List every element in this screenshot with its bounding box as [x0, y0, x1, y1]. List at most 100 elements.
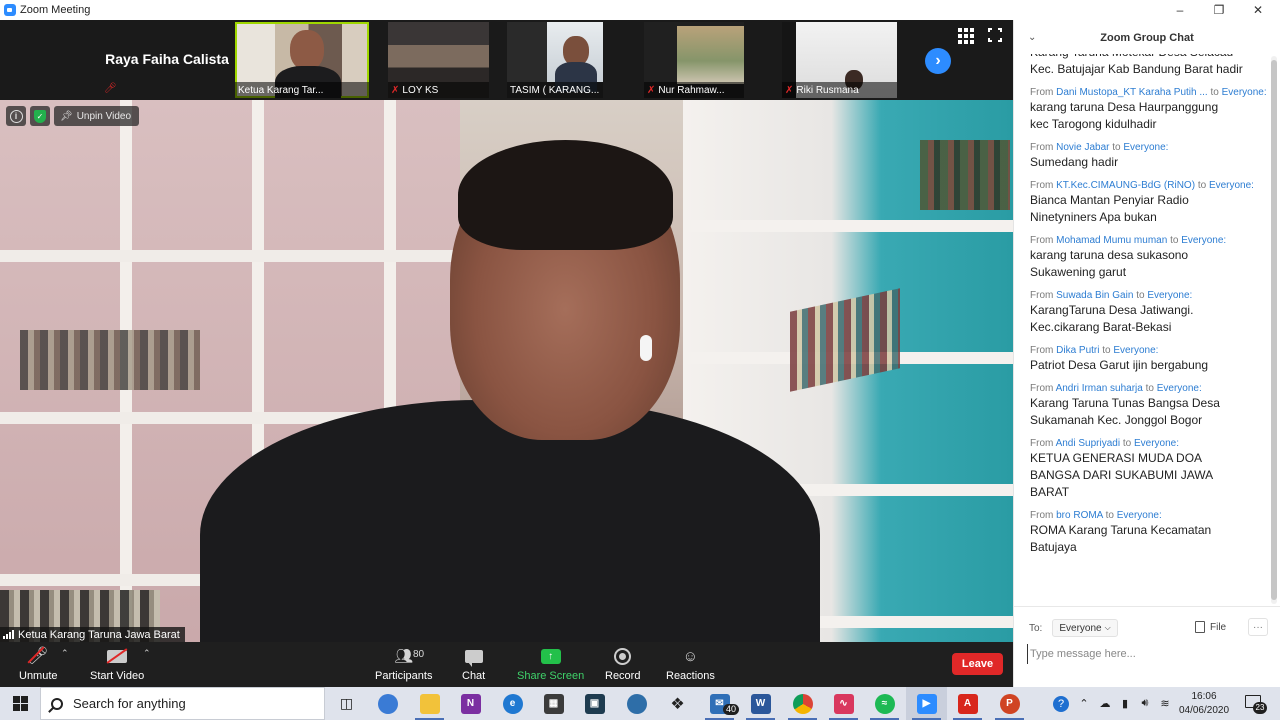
- reactions-button[interactable]: ☺ Reactions: [666, 645, 715, 683]
- recipient-name[interactable]: Everyone:: [1123, 142, 1168, 153]
- taskbar-search[interactable]: Search for anything: [40, 687, 325, 720]
- chat-scrollbar[interactable]: [1271, 56, 1277, 604]
- notifications-button[interactable]: 23: [1243, 693, 1267, 715]
- chat-button[interactable]: Chat: [462, 645, 485, 682]
- taskbar-app-terminal[interactable]: ▣: [574, 687, 615, 720]
- taskbar-app-photos[interactable]: [616, 687, 657, 720]
- message-meta: From Novie Jabar to Everyone:: [1030, 141, 1270, 154]
- chat-title: Zoom Group Chat: [1100, 32, 1194, 44]
- participant-name-tile[interactable]: Raya Faiha Calista: [100, 20, 234, 98]
- next-page-arrow-icon[interactable]: ›: [925, 48, 951, 74]
- share-screen-label: Share Screen: [517, 670, 585, 682]
- file-button[interactable]: File: [1195, 621, 1226, 633]
- share-screen-button[interactable]: ↑ Share Screen: [517, 645, 584, 682]
- taskbar-app-store[interactable]: ▦: [533, 687, 574, 720]
- minimize-button[interactable]: –: [1160, 0, 1200, 20]
- chat-message: From Andri Irman suharja to Everyone: Kar…: [1030, 382, 1270, 429]
- recipient-name[interactable]: Everyone:: [1209, 180, 1254, 191]
- sender-name[interactable]: KT.Kec.CIMAUNG-BdG (RiNO): [1056, 180, 1195, 191]
- recipient-name[interactable]: Everyone:: [1147, 290, 1192, 301]
- shield-icon: ✓: [34, 109, 46, 123]
- meeting-info-button[interactable]: i: [6, 106, 26, 126]
- recipient-name[interactable]: Everyone:: [1113, 345, 1158, 356]
- sender-name[interactable]: Andri Irman suharja: [1056, 383, 1143, 394]
- to-label: to: [1145, 383, 1154, 394]
- chat-message: From Novie Jabar to Everyone: Sumedang ha…: [1030, 141, 1270, 171]
- speaker-name: Ketua Karang Taruna Jawa Barat: [18, 628, 180, 641]
- chevron-down-icon[interactable]: ⌄: [1028, 32, 1036, 43]
- participant-thumb[interactable]: ✗ LOY KS: [388, 22, 489, 98]
- mail-badge: 40: [723, 704, 740, 715]
- from-label: From: [1030, 87, 1054, 98]
- help-icon[interactable]: ?: [1050, 687, 1072, 720]
- chat-message: From Dika Putri to Everyone: Patriot Desa…: [1030, 344, 1270, 374]
- taskbar-app-mail[interactable]: ✉ 40: [699, 687, 740, 720]
- participant-thumb[interactable]: Ketua Karang Tar...: [235, 22, 369, 98]
- recipient-name[interactable]: Everyone:: [1181, 235, 1226, 246]
- sender-name[interactable]: bro ROMA: [1056, 510, 1103, 521]
- video-badges: i ✓ 📌︎ Unpin Video: [6, 106, 140, 126]
- taskbar-app-chrome[interactable]: [782, 687, 823, 720]
- volume-icon[interactable]: 🔊︎: [1136, 687, 1154, 720]
- audio-options-caret-icon[interactable]: ⌃: [61, 648, 69, 659]
- to-label: to: [1105, 510, 1114, 521]
- taskbar-app-word[interactable]: W: [740, 687, 781, 720]
- recipient-name[interactable]: Everyone:: [1222, 87, 1267, 98]
- participant-thumb[interactable]: ✗ Nur Rahmaw...: [644, 22, 744, 98]
- fullscreen-icon[interactable]: [987, 27, 1003, 43]
- recipient-name[interactable]: Everyone:: [1117, 510, 1162, 521]
- unpin-video-button[interactable]: 📌︎ Unpin Video: [54, 106, 140, 126]
- taskbar-app-browser[interactable]: [367, 687, 408, 720]
- encryption-button[interactable]: ✓: [30, 106, 50, 126]
- taskbar-app-powerpoint[interactable]: P: [989, 687, 1030, 720]
- zoom-icon: [4, 4, 16, 16]
- taskbar-app-dropbox[interactable]: ❖: [657, 687, 698, 720]
- chat-message: From Dani Mustopa_KT Karaha Putih ... to…: [1030, 86, 1270, 133]
- battery-icon[interactable]: ▮: [1116, 687, 1134, 720]
- taskbar-app-edge[interactable]: e: [492, 687, 533, 720]
- taskbar-app-audio[interactable]: ∿: [823, 687, 864, 720]
- window-title: Zoom Meeting: [20, 4, 91, 16]
- maximize-button[interactable]: ❐: [1199, 0, 1239, 20]
- taskbar-app-explorer[interactable]: [409, 687, 450, 720]
- video-options-caret-icon[interactable]: ⌃: [143, 648, 151, 659]
- clock[interactable]: 16:06 04/06/2020: [1172, 688, 1236, 720]
- chat-panel: Zoom Group Chat ⌄ Karang Taruna Motekar …: [1013, 20, 1280, 687]
- recipient-select[interactable]: Everyone ⌵: [1052, 619, 1118, 637]
- sender-name[interactable]: Andi Supriyadi: [1056, 438, 1120, 449]
- sender-name[interactable]: Dika Putri: [1056, 345, 1099, 356]
- message-body: Bianca Mantan Penyiar Radio Ninetyniners…: [1030, 193, 1189, 224]
- unmute-button[interactable]: 🎤︎ Unmute: [19, 645, 58, 682]
- sender-name[interactable]: Mohamad Mumu muman: [1056, 235, 1167, 246]
- taskbar-app-acrobat[interactable]: A: [947, 687, 988, 720]
- store-icon: ▦: [543, 693, 564, 714]
- taskbar-app-zoom[interactable]: ▶: [906, 687, 947, 720]
- record-button[interactable]: Record: [605, 645, 640, 682]
- participant-thumb[interactable]: ✗ Riki Rusmana: [782, 22, 897, 98]
- clock-time: 16:06: [1191, 691, 1217, 702]
- chevron-up-icon[interactable]: ⌃: [1076, 687, 1092, 720]
- sender-name[interactable]: Novie Jabar: [1056, 142, 1109, 153]
- close-button[interactable]: ✕: [1238, 0, 1278, 20]
- participant-thumb[interactable]: TASIM ( KARANG...: [507, 22, 603, 98]
- message-body: KarangTaruna Desa Jatiwangi. Kec.cikaran…: [1030, 303, 1194, 334]
- app-icon: ▣: [584, 693, 605, 714]
- gallery-view-icon[interactable]: [958, 28, 974, 44]
- mic-muted-icon: 🎤︎: [27, 646, 50, 665]
- taskbar-app-spotify[interactable]: ≈: [864, 687, 905, 720]
- sender-name[interactable]: Suwada Bin Gain: [1056, 290, 1133, 301]
- start-video-button[interactable]: Start Video: [90, 645, 144, 682]
- recipient-name[interactable]: Everyone:: [1157, 383, 1202, 394]
- participants-icon: 👥︎: [394, 648, 414, 665]
- divider: [1014, 606, 1280, 607]
- chat-message-input[interactable]: [1027, 644, 1267, 664]
- taskbar-app-onenote[interactable]: N: [450, 687, 491, 720]
- start-button[interactable]: [0, 687, 40, 720]
- message-body: KETUA GENERASI MUDA DOA BANGSA DARI SUKA…: [1030, 451, 1214, 499]
- recipient-name[interactable]: Everyone:: [1134, 438, 1179, 449]
- more-options-button[interactable]: ···: [1248, 618, 1268, 636]
- cloud-icon[interactable]: ☁: [1096, 687, 1114, 720]
- task-view-button[interactable]: ◫: [326, 687, 367, 720]
- sender-name[interactable]: Dani Mustopa_KT Karaha Putih ...: [1056, 87, 1208, 98]
- leave-button[interactable]: Leave: [952, 653, 1003, 675]
